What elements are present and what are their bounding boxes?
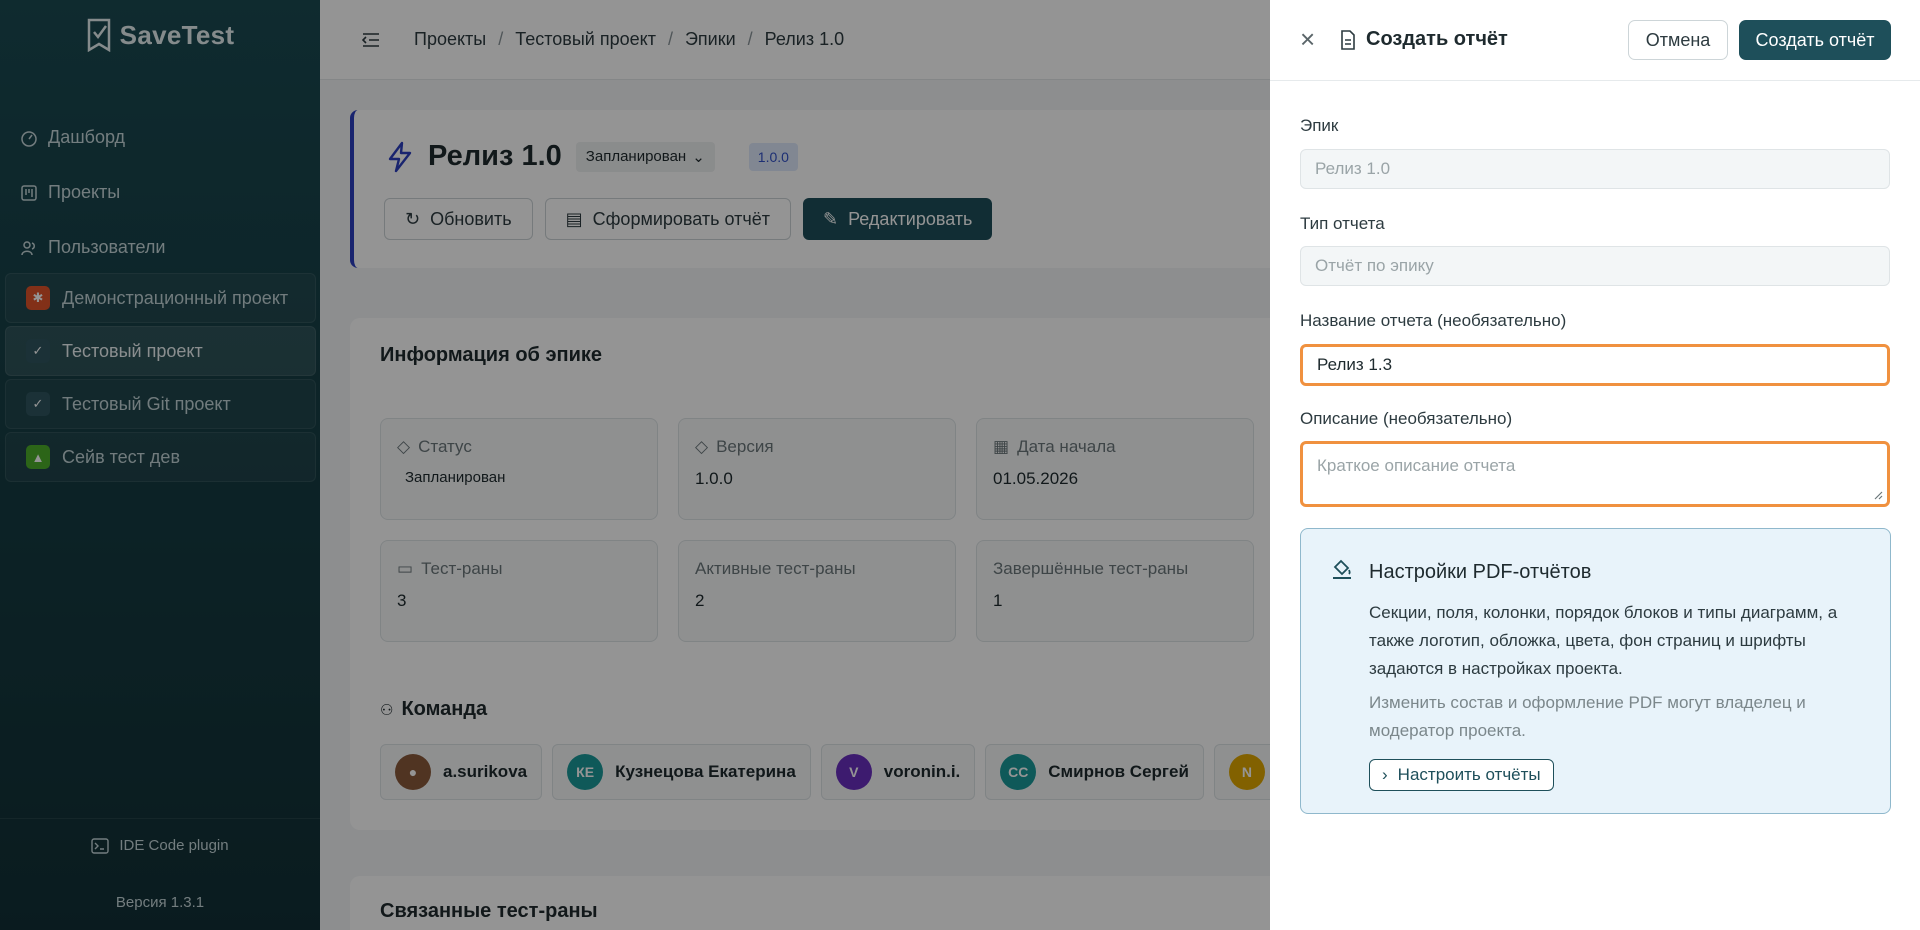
report-type-label: Тип отчета [1300,214,1385,233]
create-report-button[interactable]: Создать отчёт [1739,20,1891,60]
cancel-button[interactable]: Отмена [1628,20,1728,60]
pdf-settings-note: Изменить состав и оформление PDF могут в… [1369,693,1806,740]
pdf-settings-text: Секции, поля, колонки, порядок блоков и … [1369,603,1838,678]
document-icon [1341,29,1355,50]
modal-backdrop[interactable] [0,0,1270,930]
report-name-label: Название отчета (необязательно) [1300,311,1567,330]
pdf-settings-box: Настройки PDF-отчётов Секции, поля, коло… [1300,528,1891,814]
close-icon[interactable]: × [1300,26,1322,52]
drawer-title-text: Создать отчёт [1366,28,1508,50]
description-textarea[interactable]: Краткое описание отчета [1300,441,1890,507]
description-placeholder: Краткое описание отчета [1317,456,1516,475]
pdf-settings-title: Настройки PDF-отчётов [1369,561,1592,583]
paint-bucket-icon [1333,559,1351,579]
resize-handle-icon[interactable] [1873,490,1883,500]
report-name-input[interactable]: Релиз 1.3 [1300,344,1890,386]
epic-field: Релиз 1.0 [1300,149,1890,189]
drawer-header: × Создать отчёт Отмена Создать отчёт [1270,0,1920,81]
configure-reports-label: Настроить отчёты [1397,765,1541,784]
create-report-drawer: × Создать отчёт Отмена Создать отчёт Эпи… [1270,0,1920,930]
description-label: Описание (необязательно) [1300,409,1513,428]
chevron-right-icon: › [1382,765,1388,784]
configure-reports-button[interactable]: › Настроить отчёты [1369,759,1554,791]
drawer-title: Создать отчёт [1340,28,1508,51]
report-type-field: Отчёт по эпику [1300,246,1890,286]
epic-field-label: Эпик [1300,116,1339,135]
